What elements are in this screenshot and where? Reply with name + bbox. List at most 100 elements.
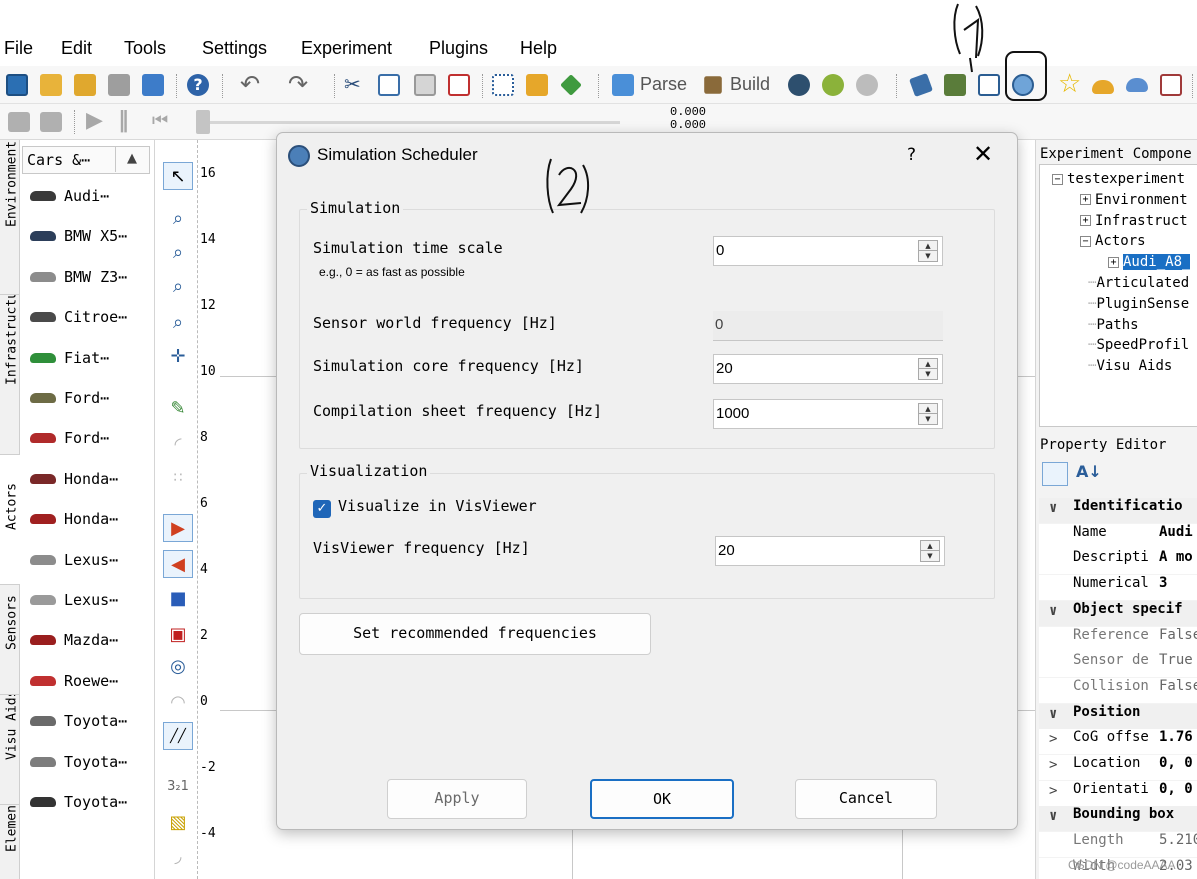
zoom-in-icon[interactable]: ⌕ [163,238,193,266]
time-scale-stepper[interactable]: 0 ▲ ▼ [713,236,943,266]
stepper-arrows[interactable]: ▲ ▼ [920,540,940,562]
tab-infrastructure[interactable]: Infrastructure [0,295,20,455]
tree-node[interactable]: ┈PluginSense [1088,296,1189,312]
sort-up-icon[interactable]: ▲ [127,151,137,166]
chevron-down-icon[interactable]: ∨ [1049,603,1057,619]
compilation-frequency-stepper[interactable]: 1000 ▲ ▼ [713,399,943,429]
step-icon[interactable] [40,112,62,132]
car-list-item[interactable]: BMW X5⋯ [30,222,127,250]
radar-sensor-icon[interactable]: ◀ [163,550,193,578]
property-row[interactable]: Reference False [1039,626,1197,652]
collapse-icon[interactable]: − [1080,235,1091,247]
tree-node[interactable]: − testexperiment [1052,171,1185,187]
tab-elements[interactable]: Elements [0,805,20,879]
start-simulation-icon[interactable] [788,74,810,96]
property-row[interactable]: Length 5.210 [1039,832,1197,858]
expand-icon[interactable]: + [1108,256,1119,268]
tab-environment[interactable]: Environment [0,140,20,295]
draw-path-icon[interactable]: ✎ [163,394,193,422]
chevron-down-icon[interactable]: ▼ [921,551,939,561]
tree-node[interactable]: − Actors [1080,233,1146,249]
tree-node[interactable]: + Audi_A8_ [1108,254,1191,271]
parse-icon[interactable] [612,74,634,96]
sort-alpha-icon[interactable]: A↓ [1076,462,1102,481]
chevron-down-icon[interactable]: ▼ [919,369,937,379]
tree-node[interactable]: ┈SpeedProfil [1088,337,1189,353]
menu-file[interactable]: File [4,38,33,59]
rain-icon[interactable] [1126,78,1148,92]
menu-tools[interactable]: Tools [124,38,166,59]
step-back-icon[interactable] [8,112,30,132]
property-row[interactable]: > Orientati 0, 0 [1039,780,1197,806]
measure-icon[interactable] [909,73,933,97]
set-recommended-frequencies-button[interactable]: Set recommended frequencies [299,613,651,655]
tree-node[interactable]: + Environment [1080,192,1188,208]
edit-pencil-icon[interactable] [560,74,582,96]
select-pointer-icon[interactable]: ↖ [163,162,193,190]
car-list-item[interactable]: Toyota⋯ [30,707,127,735]
delete-icon[interactable] [448,74,470,96]
undo-icon[interactable]: ↶ [240,70,260,99]
collapse-icon[interactable]: − [1052,173,1063,185]
property-row[interactable]: Sensor de True [1039,652,1197,678]
car-list-item[interactable]: Honda⋯ [30,465,118,493]
expand-icon[interactable]: + [1080,194,1091,206]
stepper-arrows[interactable]: ▲ ▼ [918,240,938,262]
help-button[interactable]: ? [907,145,916,165]
menu-plugins[interactable]: Plugins [429,38,488,59]
car-category-dropdown[interactable]: Cars &⋯ ▲ [22,146,150,174]
chevron-up-icon[interactable]: ▲ [919,241,937,251]
visualize-checkbox[interactable]: ✓ [313,500,331,518]
zoom-out-icon[interactable]: ⌕ [163,272,193,300]
car-list-item[interactable]: Mazda⋯ [30,626,118,654]
cancel-button[interactable]: Cancel [795,779,937,819]
core-frequency-stepper[interactable]: 20 ▲ ▼ [713,354,943,384]
property-category[interactable]: ∨ Object specif [1039,600,1197,626]
tree-node[interactable]: ┈Articulated [1088,275,1189,291]
menu-settings[interactable]: Settings [202,38,267,59]
new-experiment-icon[interactable] [6,74,28,96]
categorized-view-icon[interactable] [1042,462,1068,486]
menu-help[interactable]: Help [520,38,557,59]
redo-icon[interactable]: ↷ [288,70,308,99]
tree-node[interactable]: ┈Paths [1088,317,1139,333]
chart-icon[interactable] [1160,74,1182,96]
car-list-item[interactable]: Roewe⋯ [30,667,118,695]
timeline-slider-handle[interactable] [196,110,210,134]
cut-icon[interactable]: ✂ [344,72,361,97]
apply-button[interactable]: Apply [387,779,527,819]
tree-node[interactable]: + Infrastruct [1080,213,1188,229]
chevron-right-icon[interactable]: > [1049,783,1057,799]
car-list-item[interactable]: Ford⋯ [30,384,109,412]
copy-icon[interactable] [378,74,400,96]
chevron-down-icon[interactable]: ∨ [1049,706,1057,722]
weather-icon[interactable] [1092,80,1114,94]
chevron-up-icon[interactable]: ▲ [919,359,937,369]
save-icon[interactable] [108,74,130,96]
parse-button[interactable]: Parse [640,74,687,95]
stepper-arrows[interactable]: ▲ ▼ [918,403,938,425]
property-row[interactable]: > CoG offse 1.76 [1039,729,1197,755]
tab-visu-aids[interactable]: Visu Aids [0,695,20,805]
star-icon[interactable]: ☆ [1058,68,1081,99]
car-list-item[interactable]: Citroe⋯ [30,303,127,331]
chevron-down-icon[interactable]: ▼ [919,414,937,424]
paste-icon[interactable] [414,74,436,96]
globe-icon[interactable] [822,74,844,96]
menu-edit[interactable]: Edit [61,38,92,59]
tab-actors[interactable]: Actors [0,455,20,585]
camera-sensor-icon[interactable]: ▶ [163,514,193,542]
car-list-item[interactable]: Toyota⋯ [30,788,127,816]
property-row[interactable]: Name Audi [1039,523,1197,549]
zoom-fit-icon[interactable]: ⌕ [163,204,193,232]
stepper-arrows[interactable]: ▲ ▼ [918,358,938,380]
zoom-region-icon[interactable]: ⌕ [163,308,193,336]
chevron-up-icon[interactable]: ▲ [919,404,937,414]
property-row[interactable]: Numerical 3 [1039,575,1197,601]
open-recent-icon[interactable] [74,74,96,96]
car-list-item[interactable]: Lexus⋯ [30,586,118,614]
car-list-item[interactable]: Honda⋯ [30,505,118,533]
chevron-right-icon[interactable]: > [1049,757,1057,773]
car-list-item[interactable]: Audi⋯ [30,182,109,210]
car-list-item[interactable]: Lexus⋯ [30,546,118,574]
